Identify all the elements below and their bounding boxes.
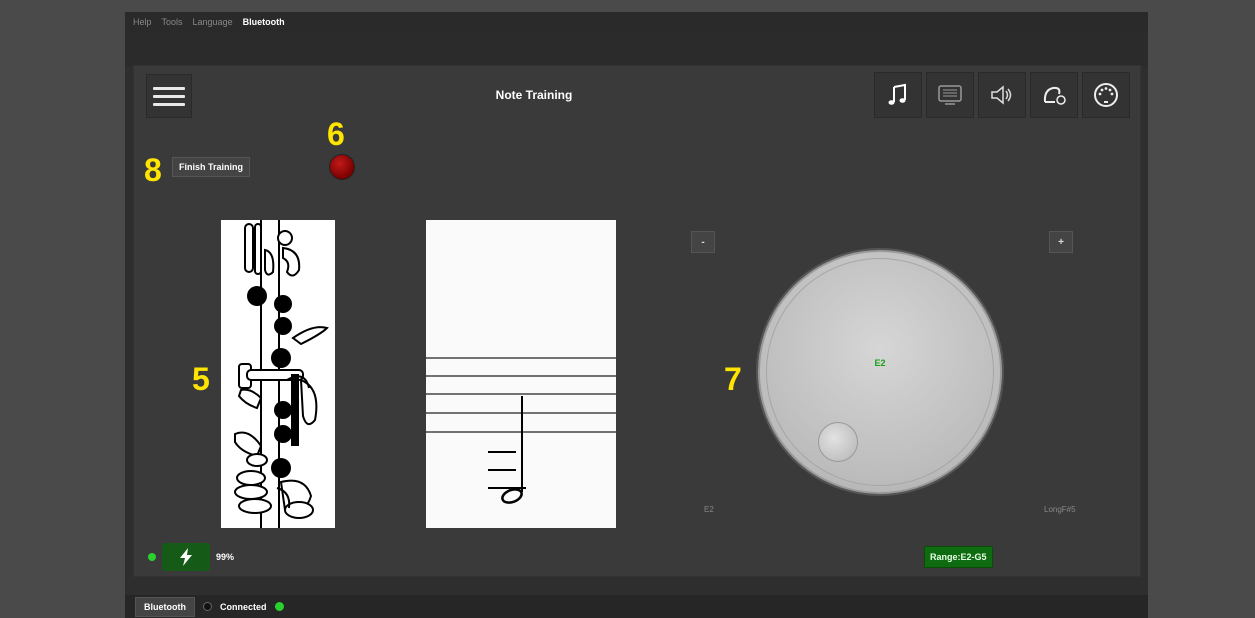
menu-language[interactable]: Language <box>193 17 233 27</box>
finish-training-button[interactable]: Finish Training <box>172 157 251 177</box>
menu-tools[interactable]: Tools <box>162 17 183 27</box>
clarinet-fingering-chart <box>221 220 335 528</box>
callout-6: 6 <box>327 116 345 152</box>
hamburger-line <box>153 102 185 106</box>
dial-ring <box>766 258 994 486</box>
speaker-icon <box>991 85 1012 105</box>
status-dot-inactive <box>203 602 212 611</box>
dial-min-label: E2 <box>704 505 714 514</box>
display-button[interactable] <box>926 72 974 118</box>
metronome-button[interactable] <box>1030 72 1078 118</box>
decrease-range-button[interactable]: - <box>691 231 715 253</box>
connection-status: Connected <box>220 601 267 612</box>
menu-help[interactable]: Help <box>133 17 152 27</box>
battery-indicator <box>162 543 210 571</box>
page-title: Note Training <box>495 88 573 102</box>
dial-grip[interactable] <box>818 422 858 462</box>
bluetooth-tab[interactable]: Bluetooth <box>135 596 195 617</box>
display-icon <box>938 85 962 105</box>
metronome-icon <box>1043 86 1066 105</box>
app-window: Help Tools Language Bluetooth Note Train… <box>125 12 1148 618</box>
status-dot-connected <box>274 602 284 611</box>
range-badge: Range:E2-G5 <box>924 546 993 568</box>
menu-bar: Help Tools Language Bluetooth <box>125 12 1148 32</box>
midi-button[interactable] <box>1082 72 1130 118</box>
music-note-icon <box>888 83 906 105</box>
dial-max-label: LongF#5 <box>1044 505 1076 514</box>
menu-bluetooth[interactable]: Bluetooth <box>243 17 285 27</box>
dial-note-label: E2 <box>874 358 886 368</box>
lightning-icon <box>180 548 192 566</box>
callout-7: 7 <box>724 361 742 397</box>
battery-percent: 99% <box>216 552 235 562</box>
hamburger-line <box>153 94 185 98</box>
midi-connector-icon <box>1094 83 1118 107</box>
hamburger-menu-button[interactable] <box>146 74 192 118</box>
status-bar: Bluetooth Connected <box>125 595 1148 618</box>
callout-8: 8 <box>144 152 162 188</box>
increase-range-button[interactable]: + <box>1049 231 1073 253</box>
battery-status-dot <box>148 553 156 561</box>
record-indicator <box>329 154 355 180</box>
music-note-button[interactable] <box>874 72 922 118</box>
training-panel: Note Training 8 Finish Training 6 5 7 - … <box>133 65 1141 577</box>
note-dial[interactable]: E2 <box>758 250 1002 494</box>
clarinet-keys-icon <box>234 220 329 528</box>
speaker-button[interactable] <box>978 72 1026 118</box>
music-staff <box>426 220 616 528</box>
callout-5: 5 <box>192 361 210 397</box>
toolbar <box>874 72 1130 118</box>
hamburger-icon <box>153 86 185 90</box>
sub-toolbar <box>125 32 1148 66</box>
staff-notation <box>426 357 616 504</box>
